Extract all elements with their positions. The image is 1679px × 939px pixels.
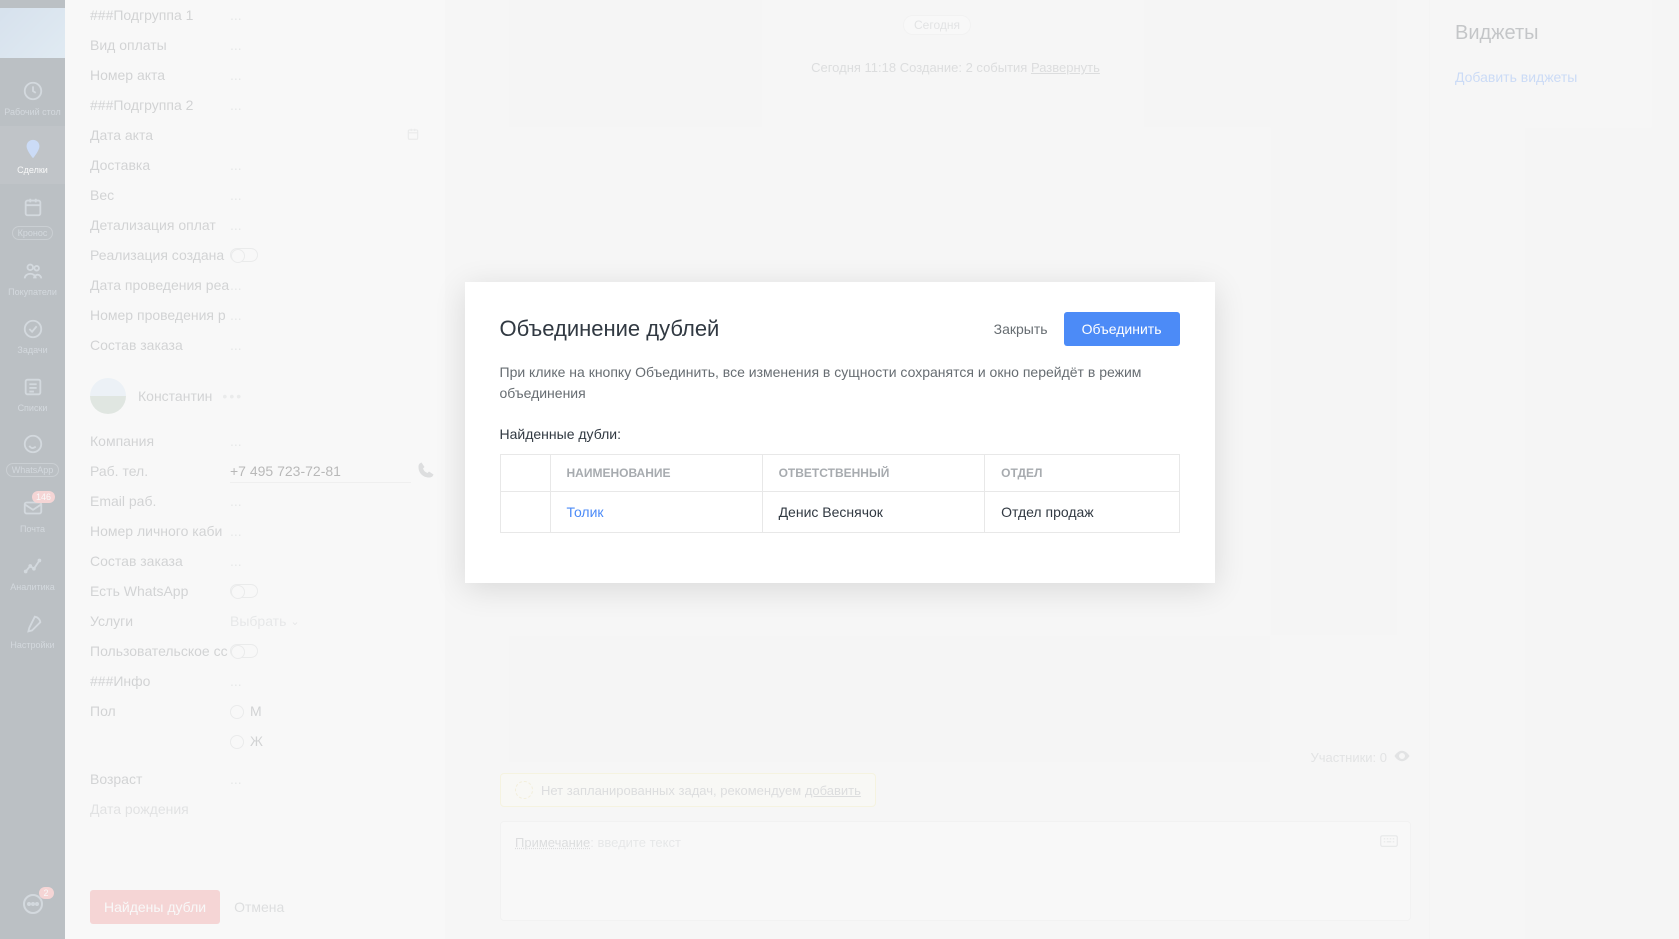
close-button[interactable]: Закрыть <box>994 321 1048 337</box>
merge-button[interactable]: Объединить <box>1064 312 1180 346</box>
table-row[interactable]: Толик Денис Веснячок Отдел продаж <box>500 492 1179 533</box>
duplicate-owner: Денис Веснячок <box>762 492 985 533</box>
modal-overlay: Объединение дублей Закрыть Объединить Пр… <box>0 0 1679 939</box>
modal-description: При клике на кнопку Объединить, все изме… <box>500 362 1180 404</box>
table-header <box>500 455 550 492</box>
table-header: ОТВЕТСТВЕННЫЙ <box>762 455 985 492</box>
merge-duplicates-modal: Объединение дублей Закрыть Объединить Пр… <box>465 282 1215 583</box>
duplicate-name[interactable]: Толик <box>550 492 762 533</box>
table-header: ОТДЕЛ <box>985 455 1179 492</box>
table-header: НАИМЕНОВАНИЕ <box>550 455 762 492</box>
found-label: Найденные дубли: <box>500 426 1180 442</box>
modal-title: Объединение дублей <box>500 316 720 342</box>
duplicate-dept: Отдел продаж <box>985 492 1179 533</box>
duplicates-table: НАИМЕНОВАНИЕ ОТВЕТСТВЕННЫЙ ОТДЕЛ Толик Д… <box>500 454 1180 533</box>
